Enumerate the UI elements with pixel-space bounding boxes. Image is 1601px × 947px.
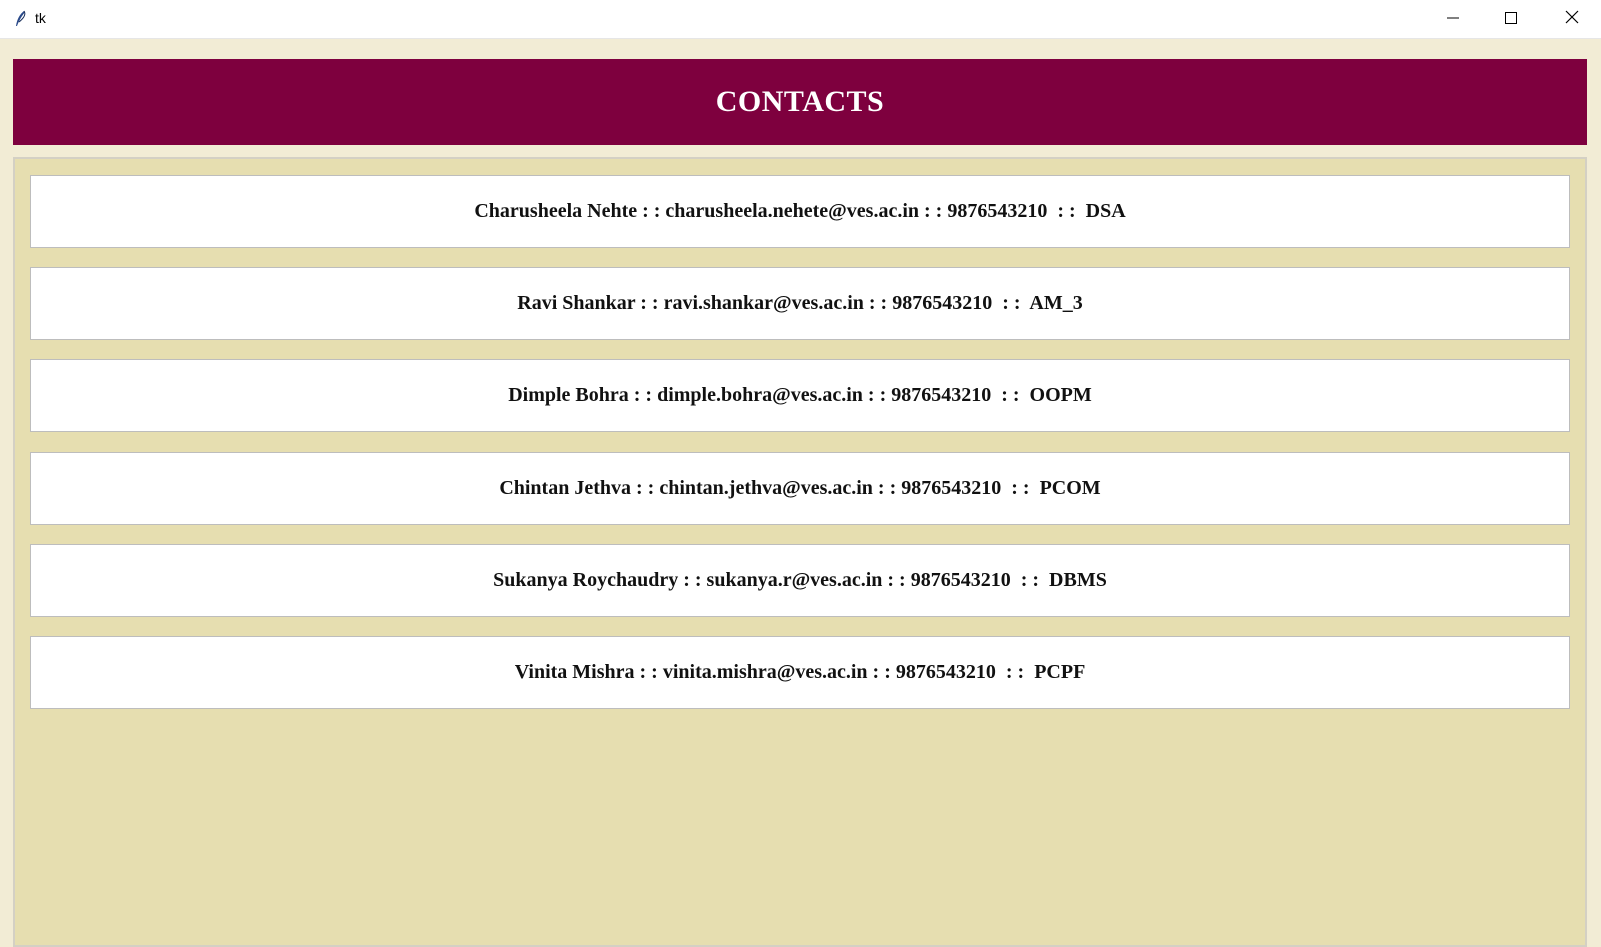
contact-item-4[interactable]: Chintan Jethva : : chintan.jethva@ves.ac… <box>30 452 1570 525</box>
contact-item-2[interactable]: Ravi Shankar : : ravi.shankar@ves.ac.in … <box>30 267 1570 340</box>
contact-text: Vinita Mishra : : vinita.mishra@ves.ac.i… <box>514 661 1086 683</box>
page-title: CONTACTS <box>715 85 885 118</box>
header-banner: CONTACTS <box>13 59 1587 145</box>
contact-item-5[interactable]: Sukanya Roychaudry : : sukanya.r@ves.ac.… <box>30 544 1570 617</box>
contact-text: Ravi Shankar : : ravi.shankar@ves.ac.in … <box>517 292 1083 314</box>
contact-item-6[interactable]: Vinita Mishra : : vinita.mishra@ves.ac.i… <box>30 636 1570 709</box>
maximize-icon <box>1505 11 1517 29</box>
feather-icon <box>12 10 30 28</box>
maximize-button[interactable] <box>1482 0 1540 39</box>
contacts-list: Charusheela Nehte : : charusheela.nehete… <box>13 157 1587 947</box>
contact-item-3[interactable]: Dimple Bohra : : dimple.bohra@ves.ac.in … <box>30 359 1570 432</box>
window-body: CONTACTS Charusheela Nehte : : charushee… <box>0 39 1601 947</box>
contact-item-1[interactable]: Charusheela Nehte : : charusheela.nehete… <box>30 175 1570 248</box>
contact-text: Dimple Bohra : : dimple.bohra@ves.ac.in … <box>508 384 1092 406</box>
contact-text: Sukanya Roychaudry : : sukanya.r@ves.ac.… <box>493 569 1107 591</box>
close-button[interactable] <box>1543 0 1601 39</box>
window-title: tk <box>35 10 46 26</box>
minimize-icon <box>1447 11 1459 29</box>
window-titlebar[interactable]: tk <box>0 0 1601 39</box>
contact-text: Chintan Jethva : : chintan.jethva@ves.ac… <box>499 477 1101 499</box>
close-icon <box>1565 10 1579 29</box>
minimize-button[interactable] <box>1424 0 1482 39</box>
contact-text: Charusheela Nehte : : charusheela.nehete… <box>474 200 1126 222</box>
